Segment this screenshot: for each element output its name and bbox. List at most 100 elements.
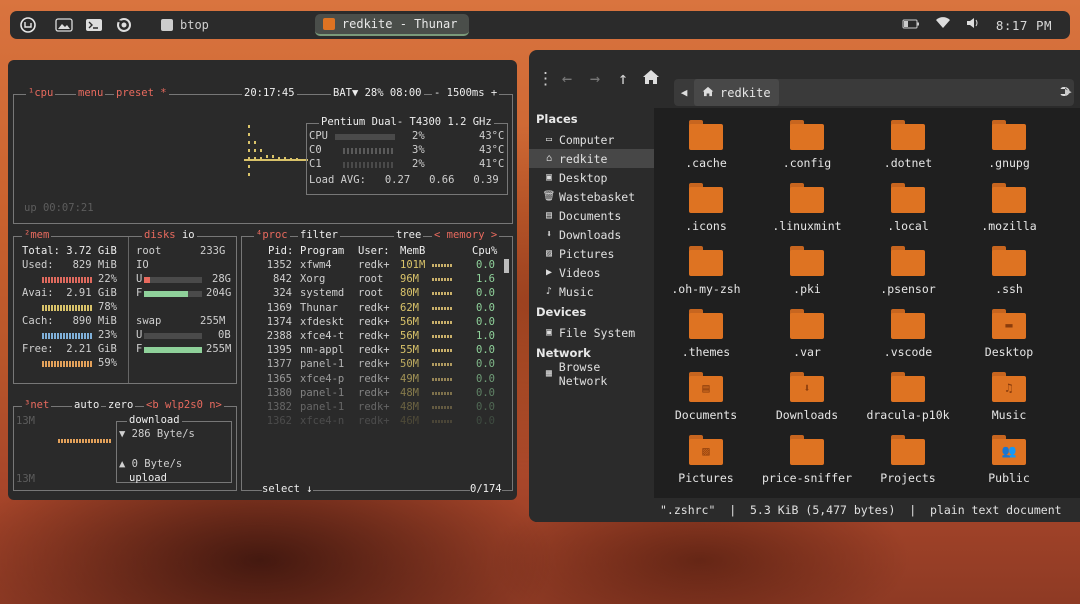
file-grid[interactable]: .cache .config .dotnet .gnupg .icons .linuxmi… [654,108,1080,498]
file-item[interactable]: ⬇ Downloads [757,372,857,422]
sidebar-item-music[interactable]: ♪ Music [529,282,654,301]
disk-io: IO [136,259,149,271]
file-item[interactable]: ▨ Pictures [656,435,756,485]
file-item[interactable]: ▬ Desktop [959,309,1059,359]
disks-label[interactable]: disks io [142,229,197,241]
proc-sort[interactable]: < memory > [432,229,500,241]
proc-tree[interactable]: tree [394,229,424,241]
preset-label[interactable]: preset * [114,87,169,99]
sidebar-item-documents[interactable]: ▤ Documents [529,206,654,225]
file-item[interactable]: .oh-my-zsh [656,246,756,296]
sidebar-item-desktop[interactable]: ▣ Desktop [529,168,654,187]
network-list: ▦ Browse Network [529,360,654,388]
thunar-window[interactable]: ⋮ ← → ↑ ◀ redkite ⮊ ▶ Places ▭ Computer ⌂ r… [529,50,1080,522]
file-name: .icons [685,219,727,233]
proc-cell-cpu: 0.0 [476,386,495,399]
menu-label[interactable]: menu [76,87,106,99]
file-item[interactable]: dracula-p10k [858,372,958,422]
file-item[interactable]: .ssh [959,246,1059,296]
col-user[interactable]: User: [358,245,390,257]
proc-label[interactable]: ⁴proc [254,229,290,241]
volume-icon[interactable] [966,17,980,33]
sidebar-item-browse-network[interactable]: ▦ Browse Network [529,360,654,388]
proc-cell-pid: 1365 [266,372,292,385]
file-item[interactable]: .config [757,120,857,170]
net-auto[interactable]: auto [72,399,102,411]
forward-arrow-icon[interactable]: → [581,69,609,89]
sidebar-item-videos[interactable]: ▶ Videos [529,263,654,282]
proc-cell-mem: 62M [400,301,419,314]
file-item[interactable]: .psensor [858,246,958,296]
sidebar-item-computer[interactable]: ▭ Computer [529,130,654,149]
file-item[interactable]: .themes [656,309,756,359]
file-item[interactable]: .linuxmint [757,183,857,233]
file-item[interactable]: ♫ Music [959,372,1059,422]
file-item[interactable]: Projects [858,435,958,485]
wifi-icon[interactable] [935,17,950,33]
col-mem[interactable]: MemB [400,245,425,257]
mem-label[interactable]: ²mem [22,229,52,241]
col-program[interactable]: Program [300,245,344,257]
places-heading: Places [536,112,578,126]
path-right-icon[interactable]: ▶ [1065,85,1072,98]
home-icon[interactable] [637,69,665,90]
file-item[interactable]: 👥 Public [959,435,1059,485]
menu-logo-icon[interactable] [19,16,37,34]
file-item[interactable]: .gnupg [959,120,1059,170]
path-button-home[interactable]: redkite [694,79,779,106]
browser-icon[interactable] [115,16,133,34]
file-item[interactable]: price-sniffer [757,435,857,485]
file-item[interactable]: .pki [757,246,857,296]
proc-cell-prog: panel-1 [300,401,345,413]
file-item[interactable]: .icons [656,183,756,233]
sidebar-item-label: Pictures [559,246,615,261]
sidebar-item-redkite[interactable]: ⌂ redkite [529,149,654,168]
avai-graph [42,305,92,311]
refresh-label[interactable]: - 1500ms + [432,87,500,99]
taskbar-thunar[interactable]: redkite - Thunar [314,14,469,36]
image-viewer-icon[interactable] [55,16,73,34]
col-cpu[interactable]: Cpu% [472,245,497,257]
cpu-pct: 2% [412,130,425,142]
net-iface[interactable]: <b wlp2s0 n> [144,399,224,411]
back-arrow-icon[interactable]: ← [553,69,581,89]
col-pid[interactable]: Pid: [268,245,293,257]
sidebar-item-pictures[interactable]: ▨ Pictures [529,244,654,263]
file-item[interactable]: .local [858,183,958,233]
battery-icon[interactable] [902,18,920,33]
proc-scrollbar[interactable] [504,259,509,273]
clock[interactable]: 8:17 PM [996,18,1052,33]
file-item[interactable]: .vscode [858,309,958,359]
file-item[interactable]: .mozilla [959,183,1059,233]
file-name: price-sniffer [761,471,852,485]
proc-box: ⁴proc filter tree < memory > Pid: Progra… [241,229,513,495]
sidebar-item-downloads[interactable]: ⬇ Downloads [529,225,654,244]
proc-select[interactable]: select ↓ [262,483,313,495]
proc-cell-user: redk+ [358,386,390,399]
up-arrow-icon[interactable]: ↑ [609,69,637,89]
disk-root: root [136,245,162,257]
sidebar-item-wastebasket[interactable]: 🗑 Wastebasket [529,187,654,206]
taskbar-btop[interactable]: btop [153,14,217,36]
cpu-row: C1 [309,158,322,170]
sidebar-item-file-system[interactable]: ▣ File System [529,323,654,342]
path-left-icon[interactable]: ◀ [674,86,694,99]
network-icon: ▦ [545,368,552,379]
cpu-label[interactable]: ¹cpu [26,87,56,99]
file-item[interactable]: ▤ Documents [656,372,756,422]
proc-cell-user: redk+ [358,315,390,328]
net-label[interactable]: ³net [22,399,52,411]
terminal-icon[interactable] [85,16,103,34]
disk-u: U [136,273,143,285]
file-name: .pki [793,282,821,296]
net-zero[interactable]: zero [106,399,136,411]
folder-icon [790,309,824,339]
file-item[interactable]: .dotnet [858,120,958,170]
proc-cell-mem: 80M [400,287,419,300]
proc-filter[interactable]: filter [298,229,340,241]
file-item[interactable]: .cache [656,120,756,170]
menu-kebab-icon[interactable]: ⋮ [537,69,554,89]
btop-terminal-window[interactable]: ¹cpu menu preset * 20:17:45 BAT▼ 28% 08:… [8,60,517,500]
file-item[interactable]: .var [757,309,857,359]
mem-box: ²mem disks io Total: 3.72 GiB Used: 829 … [13,229,237,384]
